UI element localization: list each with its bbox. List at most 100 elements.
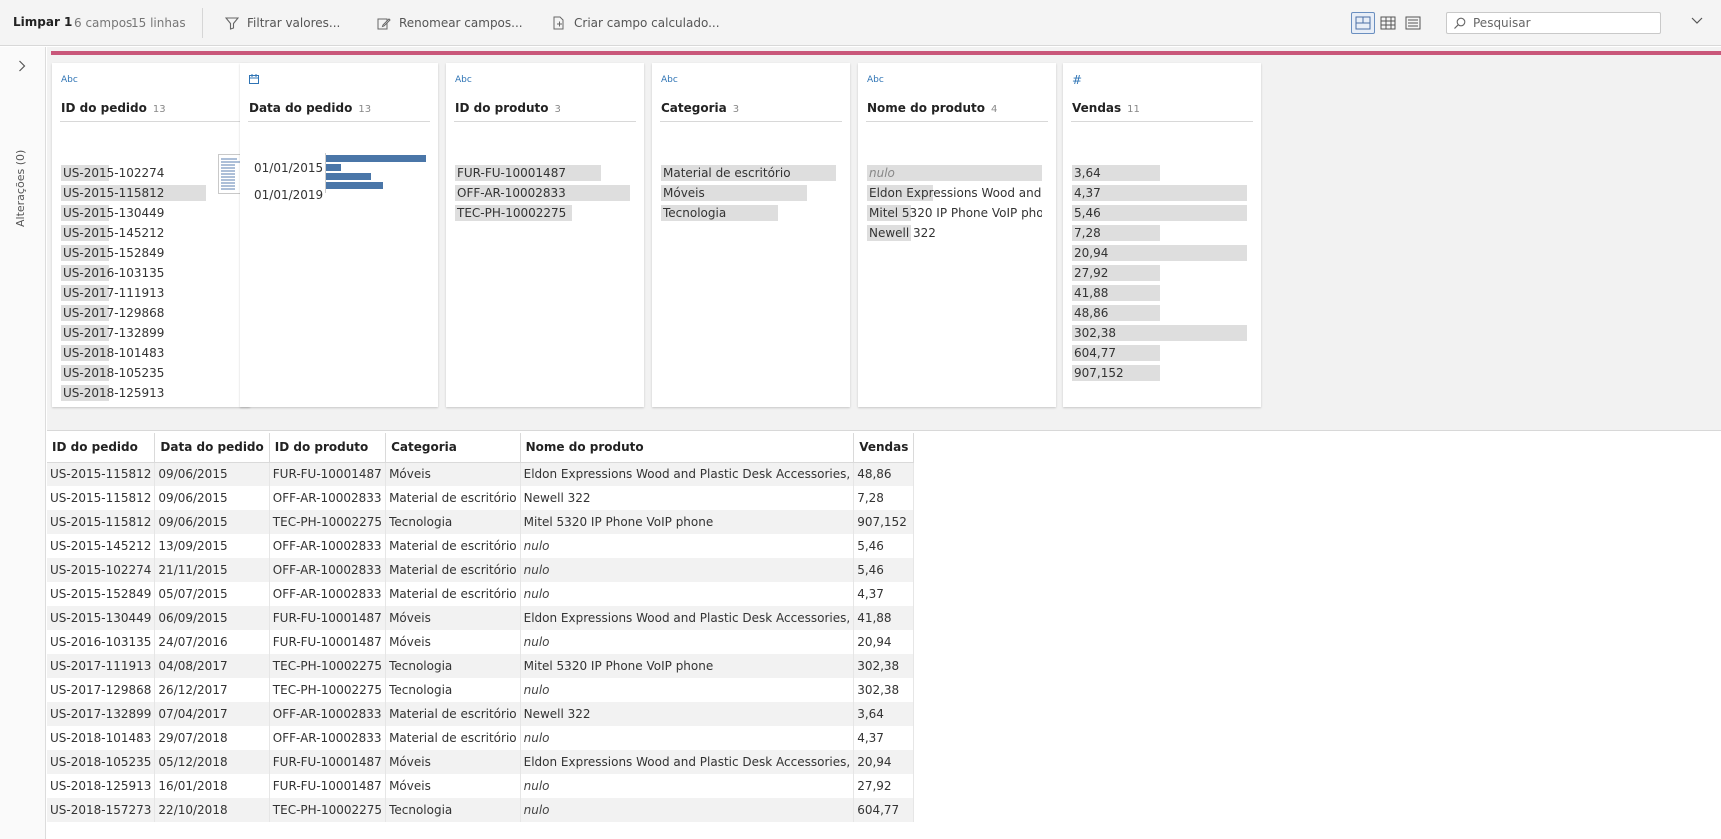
value-row[interactable]: US-2016-103135 — [61, 265, 164, 281]
field-title[interactable]: ID do pedido 13 — [61, 101, 166, 115]
table-cell[interactable]: TEC-PH-10002275 — [269, 798, 387, 822]
table-cell[interactable]: US-2018-101483 — [47, 726, 156, 750]
table-row[interactable]: US-2015-102274 21/11/2015 OFF-AR-10002833 M… — [47, 558, 915, 582]
value-row[interactable]: US-2015-115812 — [61, 185, 206, 201]
value-row[interactable]: Móveis — [661, 185, 807, 201]
table-cell[interactable]: 21/11/2015 — [154, 558, 270, 582]
value-row[interactable]: US-2018-105235 — [61, 365, 164, 381]
column-header[interactable]: Categoria — [385, 433, 521, 463]
table-cell[interactable]: US-2017-129868 — [47, 678, 156, 702]
table-cell[interactable]: US-2015-115812 — [47, 486, 156, 510]
table-cell[interactable]: Material de escritório — [385, 702, 521, 726]
table-cell[interactable]: 5,46 — [853, 534, 915, 558]
table-cell[interactable]: 20,94 — [853, 750, 915, 774]
table-cell[interactable]: US-2017-111913 — [47, 654, 156, 678]
chevron-right-icon[interactable] — [18, 60, 26, 72]
table-cell[interactable]: Tecnologia — [385, 678, 521, 702]
table-cell[interactable]: Eldon Expressions Wood and Plastic Desk … — [520, 606, 855, 630]
filter-values-button[interactable]: Filtrar valores... — [225, 12, 340, 34]
value-row[interactable]: TEC-PH-10002275 — [455, 205, 572, 221]
value-row[interactable]: 5,46 — [1072, 205, 1247, 221]
table-cell[interactable]: Eldon Expressions Wood and Plastic Desk … — [520, 750, 855, 774]
profile-card-categoria[interactable]: Abc Categoria 3 Material de escritório Móv… — [652, 63, 850, 407]
table-cell[interactable]: Material de escritório — [385, 726, 521, 750]
table-cell[interactable]: US-2018-125913 — [47, 774, 156, 798]
table-cell[interactable]: 27,92 — [853, 774, 915, 798]
table-cell[interactable]: 09/06/2015 — [154, 486, 270, 510]
calendar-icon[interactable] — [249, 74, 259, 84]
table-cell[interactable]: nulo — [520, 678, 855, 702]
table-cell[interactable]: Tecnologia — [385, 654, 521, 678]
table-cell[interactable]: OFF-AR-10002833 — [269, 558, 387, 582]
histogram-bar[interactable] — [326, 173, 371, 180]
table-cell[interactable]: TEC-PH-10002275 — [269, 510, 387, 534]
table-cell[interactable]: OFF-AR-10002833 — [269, 486, 387, 510]
table-cell[interactable]: Material de escritório — [385, 558, 521, 582]
table-row[interactable]: US-2018-101483 29/07/2018 OFF-AR-10002833 M… — [47, 726, 915, 750]
value-row[interactable]: 41,88 — [1072, 285, 1160, 301]
table-cell[interactable]: Móveis — [385, 630, 521, 654]
value-row[interactable]: Mitel 5320 IP Phone VoIP phone — [867, 205, 1042, 221]
table-cell[interactable]: 48,86 — [853, 462, 915, 486]
value-row[interactable]: US-2018-125913 — [61, 385, 164, 401]
value-row[interactable]: 302,38 — [1072, 325, 1247, 341]
value-row[interactable]: 3,64 — [1072, 165, 1160, 181]
table-cell[interactable]: OFF-AR-10002833 — [269, 582, 387, 606]
value-row[interactable]: US-2015-145212 — [61, 225, 164, 241]
column-header[interactable]: Data do pedido — [154, 433, 270, 463]
field-title[interactable]: Categoria 3 — [661, 101, 739, 115]
column-header[interactable]: Vendas — [853, 433, 915, 463]
table-cell[interactable]: Mitel 5320 IP Phone VoIP phone — [520, 510, 855, 534]
table-cell[interactable]: nulo — [520, 774, 855, 798]
list-view-button[interactable] — [1401, 12, 1425, 34]
value-row[interactable]: 7,28 — [1072, 225, 1160, 241]
table-cell[interactable]: OFF-AR-10002833 — [269, 726, 387, 750]
table-cell[interactable]: Móveis — [385, 606, 521, 630]
profile-card-id-do-produto[interactable]: Abc ID do produto 3 FUR-FU-10001487 OFF-AR… — [446, 63, 644, 407]
table-cell[interactable]: Mitel 5320 IP Phone VoIP phone — [520, 654, 855, 678]
table-cell[interactable]: TEC-PH-10002275 — [269, 678, 387, 702]
value-row[interactable]: Eldon Expressions Wood and Plastic Desk … — [867, 185, 1042, 201]
value-row[interactable]: US-2015-130449 — [61, 205, 164, 221]
table-cell[interactable]: US-2015-145212 — [47, 534, 156, 558]
table-cell[interactable]: FUR-FU-10001487 — [269, 630, 387, 654]
table-cell[interactable]: US-2018-105235 — [47, 750, 156, 774]
profile-view-button[interactable] — [1351, 12, 1375, 34]
changes-label[interactable]: Alterações (0) — [14, 150, 27, 227]
value-row[interactable]: FUR-FU-10001487 — [455, 165, 601, 181]
string-type-icon[interactable]: Abc — [661, 75, 678, 85]
value-row[interactable]: Material de escritório — [661, 165, 836, 181]
table-cell[interactable]: US-2015-115812 — [47, 462, 156, 486]
table-cell[interactable]: nulo — [520, 534, 855, 558]
table-cell[interactable]: 907,152 — [853, 510, 915, 534]
table-cell[interactable]: TEC-PH-10002275 — [269, 654, 387, 678]
column-header[interactable]: Nome do produto — [520, 433, 855, 463]
table-cell[interactable]: OFF-AR-10002833 — [269, 702, 387, 726]
table-cell[interactable]: 26/12/2017 — [154, 678, 270, 702]
profile-card-nome-do-produto[interactable]: Abc Nome do produto 4 nulo Eldon Expressio… — [858, 63, 1056, 407]
table-cell[interactable]: 604,77 — [853, 798, 915, 822]
value-row[interactable]: US-2018-101483 — [61, 345, 164, 361]
table-cell[interactable]: Móveis — [385, 750, 521, 774]
histogram-bar[interactable] — [326, 155, 426, 162]
table-row[interactable]: US-2015-115812 09/06/2015 FUR-FU-10001487 M… — [47, 462, 915, 486]
string-type-icon[interactable]: Abc — [61, 75, 78, 85]
table-cell[interactable]: Móveis — [385, 462, 521, 486]
table-cell[interactable]: 13/09/2015 — [154, 534, 270, 558]
search-box[interactable] — [1446, 12, 1661, 34]
table-cell[interactable]: FUR-FU-10001487 — [269, 606, 387, 630]
table-cell[interactable]: OFF-AR-10002833 — [269, 534, 387, 558]
table-cell[interactable]: 7,28 — [853, 486, 915, 510]
table-row[interactable]: US-2017-111913 04/08/2017 TEC-PH-10002275 T… — [47, 654, 915, 678]
table-row[interactable]: US-2015-152849 05/07/2015 OFF-AR-10002833 M… — [47, 582, 915, 606]
histogram-bar[interactable] — [326, 182, 383, 189]
table-cell[interactable]: nulo — [520, 630, 855, 654]
profile-card-data-do-pedido[interactable]: Data do pedido 13 01/01/2015 01/01/2019 — [240, 63, 438, 407]
table-cell[interactable]: 41,88 — [853, 606, 915, 630]
table-cell[interactable]: 4,37 — [853, 726, 915, 750]
profile-card-vendas[interactable]: # Vendas 11 3,64 4,37 5,46 7,28 20,94 27,92 41,… — [1063, 63, 1261, 407]
table-cell[interactable]: 302,38 — [853, 678, 915, 702]
table-cell[interactable]: FUR-FU-10001487 — [269, 462, 387, 486]
table-cell[interactable]: Material de escritório — [385, 534, 521, 558]
table-cell[interactable]: Eldon Expressions Wood and Plastic Desk … — [520, 462, 855, 486]
